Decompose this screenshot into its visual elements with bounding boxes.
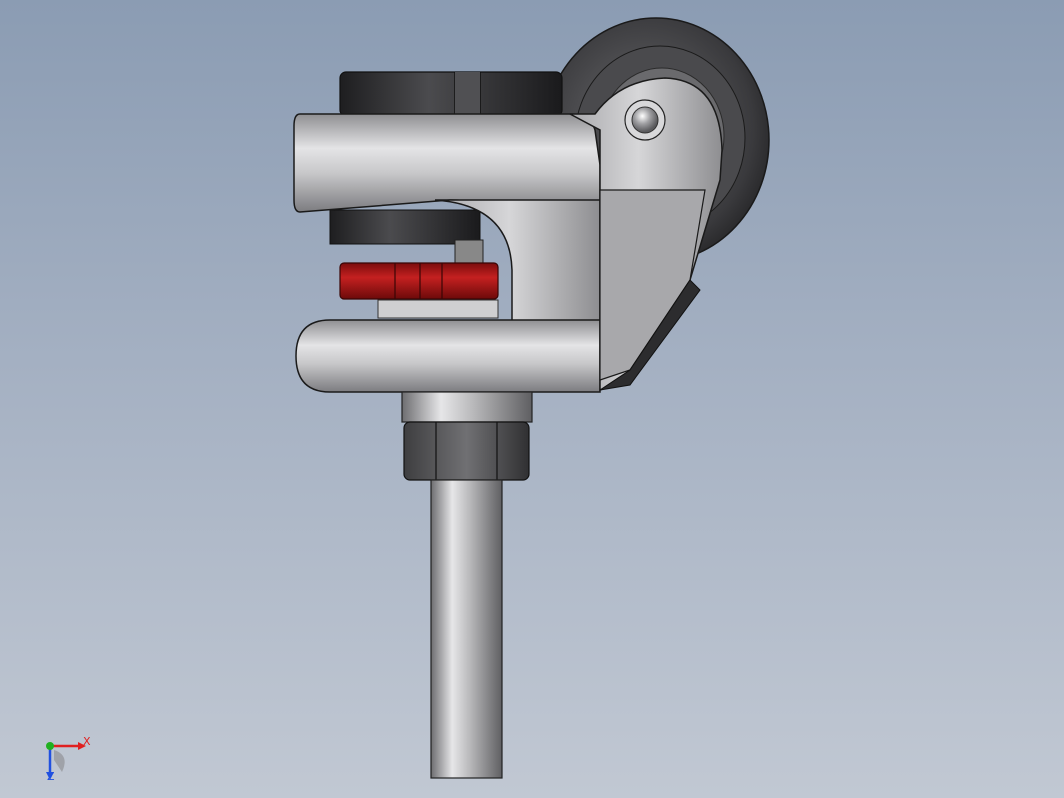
pivot-bolt[interactable] [624, 99, 666, 141]
spindle [454, 239, 484, 265]
hex-nut[interactable] [403, 421, 530, 481]
x-axis-label: X [83, 735, 91, 748]
z-axis-label: Z [47, 770, 55, 783]
collar [401, 391, 533, 423]
threaded-shaft[interactable] [430, 479, 503, 779]
washer [377, 299, 499, 319]
red-adjust-nut[interactable] [339, 262, 499, 300]
inner-block [329, 209, 481, 245]
axis-triad: X Z [46, 735, 91, 783]
top-knob[interactable] [339, 71, 563, 117]
y-axis-dot [46, 742, 54, 750]
cad-viewport[interactable]: X Z [0, 0, 1064, 798]
